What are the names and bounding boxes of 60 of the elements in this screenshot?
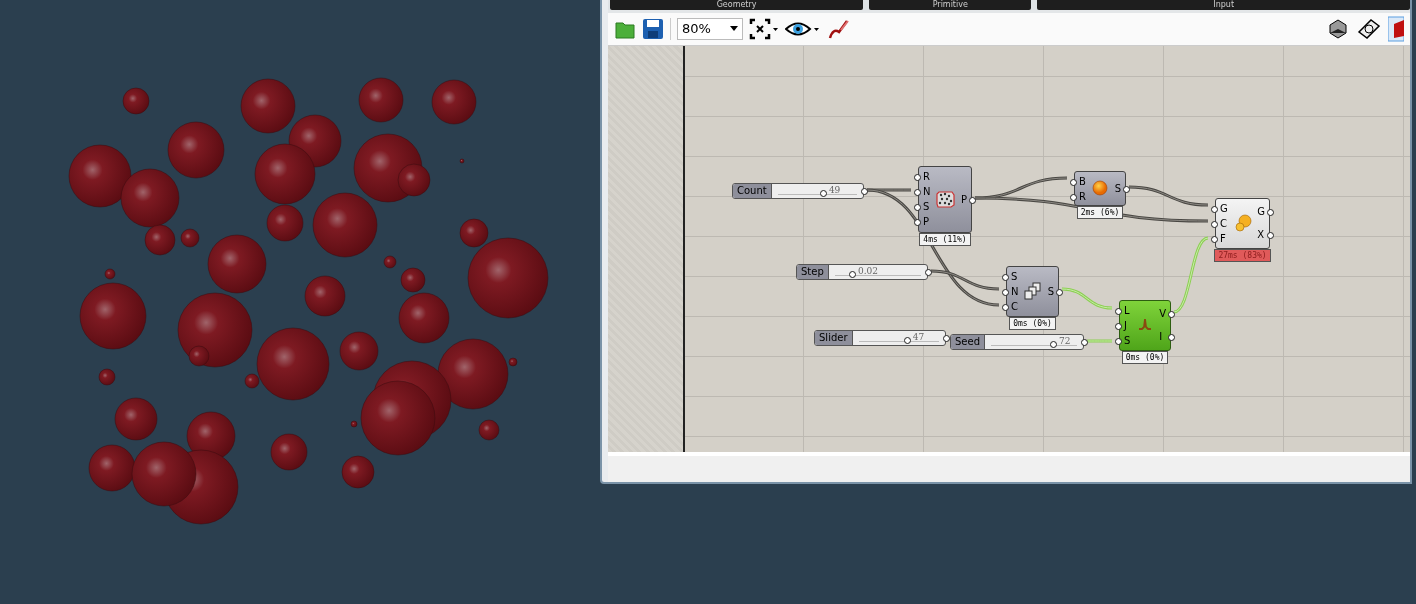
slider-value: 49	[828, 184, 841, 195]
sphere-icon	[1092, 180, 1109, 197]
slider-thumb[interactable]	[849, 270, 856, 278]
node-canvas[interactable]: Count 49 Step 0.02 Slider 47 Seed 72 R N S P P 4ms (11%) B R S 2ms (6%) S N C S 0ms (0%) L J S V I 0ms (0%) G C F G X 27ms (83%)	[685, 45, 1410, 453]
output-label: X	[1257, 226, 1265, 242]
render-preview-icon[interactable]	[1388, 15, 1404, 42]
slider-thumb[interactable]	[903, 336, 911, 344]
slider-thumb[interactable]	[819, 189, 827, 197]
slider-value: 0.02	[858, 265, 879, 276]
slider-value: 72	[1058, 335, 1071, 346]
port-icon[interactable]	[969, 196, 976, 204]
input-label: R	[1079, 188, 1086, 204]
input-label: P	[923, 214, 931, 230]
two-spheres-icon	[1233, 214, 1252, 233]
component-tab[interactable]: Input	[1037, 0, 1410, 10]
port-icon[interactable]	[1056, 288, 1063, 296]
numbered-cards-icon	[1024, 282, 1043, 301]
output-label: P	[960, 191, 967, 207]
input-label: C	[1220, 215, 1228, 231]
output-label: G	[1257, 204, 1265, 220]
port-icon[interactable]	[1267, 209, 1274, 217]
port-icon[interactable]	[1267, 231, 1274, 239]
input-label: S	[1011, 268, 1019, 284]
bell-curve-icon	[1137, 318, 1152, 333]
input-label: S	[923, 199, 931, 215]
input-label: N	[923, 183, 931, 199]
port-icon[interactable]	[1168, 311, 1175, 319]
slider-label: Slider	[815, 330, 853, 345]
wire	[1061, 287, 1113, 310]
output-label: S	[1114, 180, 1121, 196]
input-label: N	[1011, 283, 1019, 299]
port-icon[interactable]	[925, 268, 932, 276]
slider-label: Seed	[951, 334, 985, 349]
caret-icon[interactable]	[730, 26, 738, 32]
output-label: I	[1159, 328, 1166, 344]
slider-value: 47	[912, 331, 925, 342]
component-tab[interactable]: Geometry	[610, 0, 864, 10]
zoom-extents-icon[interactable]	[749, 17, 779, 40]
save-icon[interactable]	[642, 17, 664, 40]
component-tab[interactable]: Primitive	[869, 0, 1032, 10]
input-label: S	[1124, 332, 1131, 348]
input-label: L	[1124, 302, 1131, 318]
port-icon[interactable]	[861, 187, 868, 195]
slider-label: Step	[797, 264, 829, 279]
input-label: F	[1220, 230, 1228, 246]
input-label: G	[1220, 200, 1228, 216]
input-label: B	[1079, 173, 1086, 189]
port-icon[interactable]	[1168, 333, 1175, 341]
input-label: R	[923, 168, 931, 184]
slider-thumb[interactable]	[1049, 340, 1057, 348]
output-label: S	[1047, 283, 1054, 299]
slider-label: Count	[733, 183, 772, 198]
output-label: V	[1159, 306, 1166, 322]
input-label: J	[1124, 317, 1131, 333]
wireframe-preview-icon[interactable]	[1356, 16, 1382, 41]
port-icon[interactable]	[1081, 338, 1088, 346]
wire	[1086, 339, 1113, 343]
zoom-dropdown[interactable]: 80%	[677, 17, 743, 40]
port-icon[interactable]	[1123, 185, 1130, 193]
input-label: C	[1011, 298, 1019, 314]
